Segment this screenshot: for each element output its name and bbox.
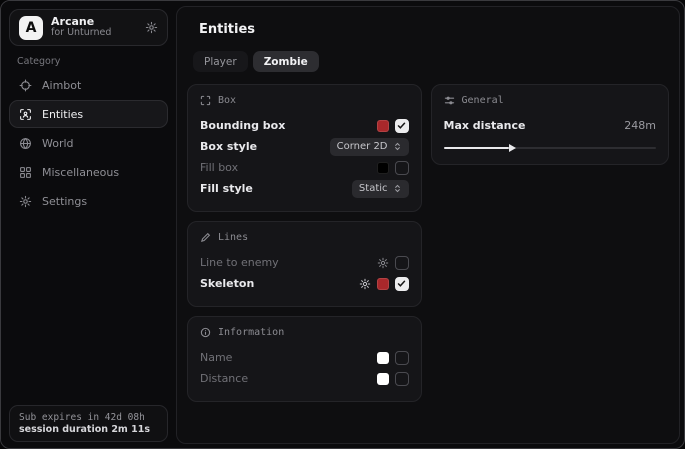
bounding-box-checkbox[interactable] (395, 119, 409, 133)
setting-row: Line to enemy (200, 252, 409, 273)
chevrons-up-down-icon (393, 142, 402, 151)
setting-label: Skeleton (200, 277, 359, 290)
general-card: General Max distance 248m (431, 84, 669, 165)
fill-box-checkbox[interactable] (395, 161, 409, 175)
logo-card: A Arcane for Unturned (9, 9, 168, 46)
setting-row: Distance (200, 368, 409, 389)
tab-player[interactable]: Player (193, 51, 248, 72)
dropdown-value: Corner 2D (337, 141, 388, 152)
max-distance-slider[interactable] (444, 144, 656, 152)
app-logo: A (19, 16, 43, 40)
pencil-line-icon (200, 232, 211, 243)
line-to-enemy-checkbox[interactable] (395, 256, 409, 270)
color-swatch[interactable] (377, 352, 389, 364)
sidebar-item-miscellaneous[interactable]: Miscellaneous (9, 158, 168, 186)
setting-label: Distance (200, 372, 377, 385)
setting-label: Box style (200, 140, 330, 153)
setting-label: Fill style (200, 182, 352, 195)
entity-tabs: Player Zombie (193, 51, 669, 72)
setting-row: Box style Corner 2D (200, 136, 409, 157)
category-label: Category (17, 56, 60, 67)
session-duration-text: session duration 2m 11s (19, 424, 158, 435)
skeleton-checkbox[interactable] (395, 277, 409, 291)
crosshair-icon (19, 79, 32, 92)
lines-card: Lines Line to enemy (187, 221, 422, 307)
gear-icon[interactable] (145, 21, 158, 34)
scan-entity-icon (19, 108, 32, 121)
app-subtitle: for Unturned (51, 28, 137, 39)
fill-style-dropdown[interactable]: Static (352, 180, 409, 198)
color-swatch[interactable] (377, 373, 389, 385)
chevrons-up-down-icon (393, 184, 402, 193)
sidebar-item-aimbot[interactable]: Aimbot (9, 71, 168, 99)
gear-icon (19, 195, 32, 208)
color-swatch[interactable] (377, 278, 389, 290)
sidebar-item-label: Settings (42, 195, 87, 208)
color-swatch[interactable] (377, 162, 389, 174)
card-title: Box (218, 95, 236, 106)
setting-label: Fill box (200, 161, 377, 174)
page-title: Entities (199, 22, 669, 37)
setting-row: Skeleton (200, 273, 409, 294)
subscription-status-card: Sub expires in 42d 08h session duration … (9, 405, 168, 442)
gear-icon[interactable] (359, 278, 371, 290)
sidebar-item-label: Aimbot (42, 79, 81, 92)
setting-label: Bounding box (200, 119, 377, 132)
card-title: Information (218, 327, 284, 338)
name-checkbox[interactable] (395, 351, 409, 365)
box-card: Box Bounding box Box style (187, 84, 422, 212)
sidebar: A Arcane for Unturned Category A (1, 1, 176, 448)
setting-row: Name (200, 347, 409, 368)
tab-zombie[interactable]: Zombie (253, 51, 319, 72)
color-swatch[interactable] (377, 120, 389, 132)
sidebar-item-settings[interactable]: Settings (9, 187, 168, 215)
sidebar-item-label: Entities (42, 108, 83, 121)
main-panel: Entities Player Zombie Box (176, 6, 680, 444)
box-style-dropdown[interactable]: Corner 2D (330, 138, 409, 156)
card-title: General (462, 95, 504, 106)
sliders-icon (444, 95, 455, 106)
slider-fill-and-thumb[interactable] (444, 147, 510, 149)
card-title: Lines (218, 232, 248, 243)
setting-label: Line to enemy (200, 256, 377, 269)
sidebar-item-label: Miscellaneous (42, 166, 119, 179)
sidebar-item-entities[interactable]: Entities (9, 100, 168, 128)
grid-icon (19, 166, 32, 179)
sidebar-nav: Aimbot Entities World (9, 71, 168, 215)
max-distance-value: 248m (624, 119, 656, 132)
setting-row: Max distance 248m (444, 115, 656, 136)
info-icon (200, 327, 211, 338)
setting-row: Bounding box (200, 115, 409, 136)
dropdown-value: Static (359, 183, 388, 194)
setting-label: Max distance (444, 119, 625, 132)
setting-label: Name (200, 351, 377, 364)
app-window: A Arcane for Unturned Category A (0, 0, 685, 449)
setting-row: Fill box (200, 157, 409, 178)
sub-expiry-text: Sub expires in 42d 08h (19, 412, 158, 423)
sidebar-item-world[interactable]: World (9, 129, 168, 157)
box-scan-icon (200, 95, 211, 106)
sidebar-item-label: World (42, 137, 74, 150)
gear-icon[interactable] (377, 257, 389, 269)
globe-icon (19, 137, 32, 150)
distance-checkbox[interactable] (395, 372, 409, 386)
information-card: Information Name Distance (187, 316, 422, 402)
setting-row: Fill style Static (200, 178, 409, 199)
